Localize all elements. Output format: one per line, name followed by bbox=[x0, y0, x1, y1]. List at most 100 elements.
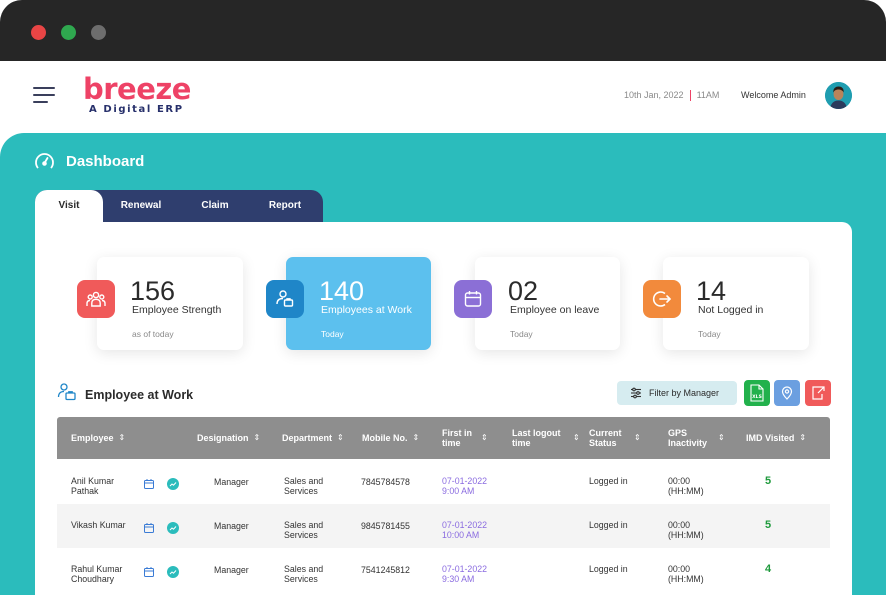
close-window-button[interactable] bbox=[31, 25, 46, 40]
table-row[interactable]: Rahul Kumar Choudhary Manager Sales and … bbox=[57, 548, 830, 592]
filter-by-manager-button[interactable]: Filter by Manager bbox=[617, 381, 737, 405]
calendar-icon[interactable] bbox=[143, 477, 155, 489]
export-file-icon bbox=[812, 386, 825, 400]
header-datetime: 10th Jan, 2022 11AM bbox=[624, 90, 720, 102]
sort-icon: ⇕ bbox=[253, 433, 261, 442]
export-button[interactable] bbox=[805, 380, 831, 406]
first-in-time: 10:00 AM bbox=[442, 530, 480, 540]
brand-logo[interactable]: breeze A Digital ERP bbox=[83, 73, 191, 115]
column-imd[interactable]: IMD Visited ⇕ bbox=[746, 417, 826, 459]
current-status: Logged in bbox=[589, 476, 628, 486]
column-department[interactable]: Department ⇕ bbox=[282, 417, 357, 459]
xls-file-icon: XLS bbox=[750, 384, 764, 402]
trend-icon[interactable] bbox=[167, 521, 179, 534]
employees-at-work-sub: Today bbox=[321, 329, 344, 339]
section-title: Employee at Work bbox=[85, 388, 194, 402]
column-status[interactable]: Current Status ⇕ bbox=[589, 417, 659, 459]
column-designation-label: Designation bbox=[197, 433, 249, 443]
employee-strength-value: 156 bbox=[130, 276, 176, 306]
first-in-date: 07-01-2022 bbox=[442, 564, 487, 574]
table-header: Employee ⇕ Designation ⇕ Department ⇕ Mobil… bbox=[57, 417, 830, 459]
employees-at-work-value: 140 bbox=[319, 276, 365, 306]
tab-claim[interactable]: Claim bbox=[181, 190, 249, 222]
logo-text: breeze bbox=[83, 72, 191, 106]
gps-unit: (HH:MM) bbox=[668, 530, 704, 540]
current-status: Logged in bbox=[589, 520, 628, 530]
team-icon bbox=[77, 280, 115, 318]
gps-unit: (HH:MM) bbox=[668, 486, 704, 496]
column-last-logout-label: Last logout time bbox=[512, 428, 561, 448]
department: Sales and Services bbox=[284, 564, 324, 584]
gps-inactivity: 00:00 bbox=[668, 520, 691, 530]
imd-visited[interactable]: 5 bbox=[765, 520, 771, 531]
header-time: 11AM bbox=[696, 90, 720, 100]
not-logged-in-value: 14 bbox=[696, 276, 727, 306]
column-gps[interactable]: GPS Inactivity ⇕ bbox=[668, 417, 738, 459]
column-first-in-label: First in time bbox=[442, 428, 473, 448]
column-first-in[interactable]: First in time ⇕ bbox=[442, 417, 504, 459]
table-row[interactable]: Anil Kumar Pathak Manager Sales and Serv… bbox=[57, 460, 830, 504]
employee-strength-sub: as of today bbox=[132, 329, 174, 339]
gps-inactivity: 00:00 bbox=[668, 476, 691, 486]
export-xls-button[interactable]: XLS bbox=[744, 380, 770, 406]
location-pin-icon bbox=[781, 386, 793, 400]
column-department-label: Department bbox=[282, 433, 333, 443]
employee-on-leave-value: 02 bbox=[508, 276, 539, 306]
column-status-label: Current Status bbox=[589, 428, 622, 448]
xls-label: XLS bbox=[752, 394, 762, 400]
logo-tagline: A Digital ERP bbox=[89, 104, 184, 115]
employees-at-work-label: Employees at Work bbox=[321, 304, 412, 316]
app-header: breeze A Digital ERP 10th Jan, 2022 11AM … bbox=[0, 61, 886, 133]
imd-visited[interactable]: 5 bbox=[765, 476, 771, 487]
employee-on-leave-sub: Today bbox=[510, 329, 533, 339]
trend-icon[interactable] bbox=[167, 565, 179, 578]
current-status: Logged in bbox=[589, 564, 628, 574]
calendar-icon[interactable] bbox=[143, 521, 155, 533]
menu-icon[interactable] bbox=[33, 87, 55, 105]
designation: Manager bbox=[214, 565, 249, 575]
first-in-date: 07-01-2022 bbox=[442, 520, 487, 530]
designation: Manager bbox=[214, 521, 249, 531]
gps-inactivity: 00:00 bbox=[668, 564, 691, 574]
first-in-time: 9:30 AM bbox=[442, 574, 475, 584]
filter-label: Filter by Manager bbox=[649, 388, 720, 398]
window-titlebar bbox=[0, 0, 886, 61]
first-in-date: 07-01-2022 bbox=[442, 476, 487, 486]
logout-icon bbox=[643, 280, 681, 318]
map-location-button[interactable] bbox=[774, 380, 800, 406]
calendar-icon[interactable] bbox=[143, 565, 155, 577]
employee-work-icon bbox=[57, 382, 77, 402]
column-imd-label: IMD Visited bbox=[746, 433, 795, 443]
user-avatar[interactable] bbox=[825, 82, 852, 109]
column-mobile-label: Mobile No. bbox=[362, 433, 408, 443]
sort-icon: ⇕ bbox=[573, 433, 580, 442]
dashboard-gauge-icon bbox=[34, 151, 55, 172]
trend-icon[interactable] bbox=[167, 477, 179, 490]
employee-name: Rahul Kumar Choudhary bbox=[71, 564, 123, 584]
tab-renewal[interactable]: Renewal bbox=[107, 190, 175, 222]
not-logged-in-label: Not Logged in bbox=[698, 304, 764, 316]
employee-name: Vikash Kumar bbox=[71, 520, 126, 530]
tab-report[interactable]: Report bbox=[251, 190, 319, 222]
first-in-time: 9:00 AM bbox=[442, 486, 475, 496]
sort-icon: ⇕ bbox=[337, 433, 344, 442]
employee-name: Anil Kumar Pathak bbox=[71, 476, 115, 496]
column-mobile[interactable]: Mobile No. ⇕ bbox=[362, 417, 437, 459]
header-date: 10th Jan, 2022 bbox=[624, 90, 684, 100]
mobile: 7541245812 bbox=[361, 565, 410, 575]
column-designation[interactable]: Designation ⇕ bbox=[197, 417, 277, 459]
maximize-window-button[interactable] bbox=[91, 25, 106, 40]
not-logged-in-sub: Today bbox=[698, 329, 721, 339]
page-title: Dashboard bbox=[66, 153, 145, 170]
minimize-window-button[interactable] bbox=[61, 25, 76, 40]
column-gps-label: GPS Inactivity bbox=[668, 428, 708, 448]
column-employee[interactable]: Employee ⇕ bbox=[71, 417, 171, 459]
gps-unit: (HH:MM) bbox=[668, 574, 704, 584]
imd-visited[interactable]: 4 bbox=[765, 564, 771, 575]
department: Sales and Services bbox=[284, 520, 324, 540]
tab-visit[interactable]: Visit bbox=[35, 190, 103, 222]
mobile: 9845781455 bbox=[361, 521, 410, 531]
table-row[interactable]: Vikash Kumar Manager Sales and Services … bbox=[57, 504, 830, 548]
sort-icon: ⇕ bbox=[799, 433, 807, 442]
column-last-logout[interactable]: Last logout time ⇕ bbox=[512, 417, 582, 459]
